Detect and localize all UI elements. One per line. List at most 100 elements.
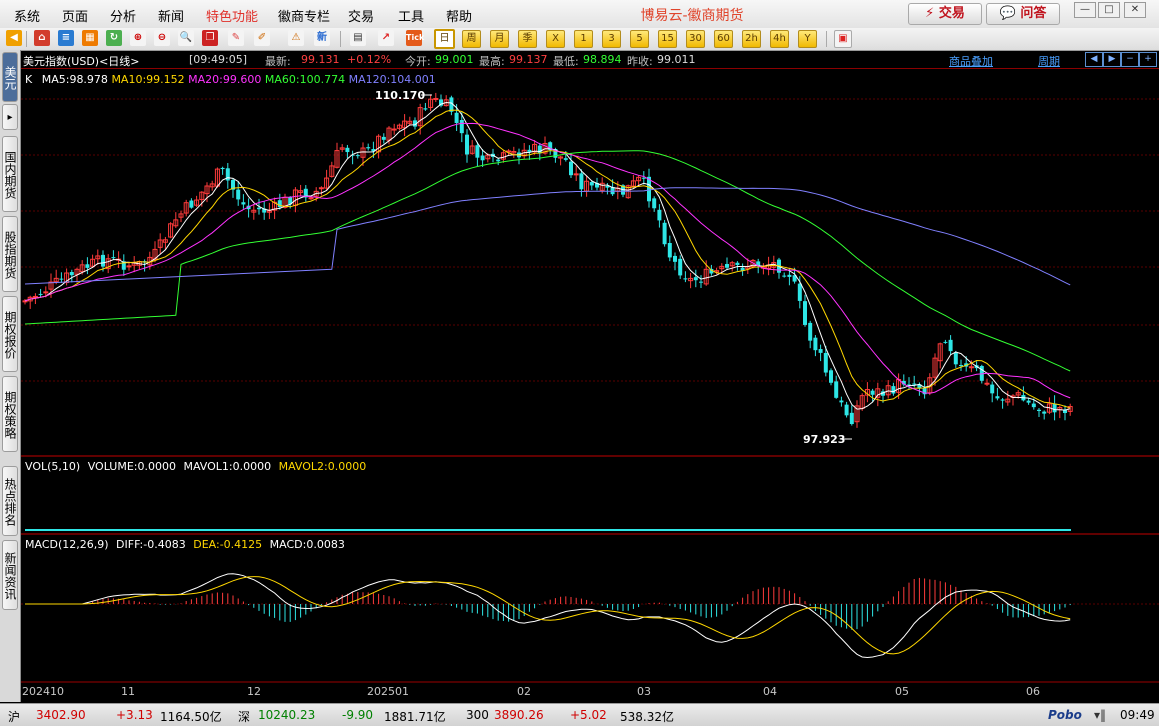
zoom-tool-icon[interactable]: 🔍 — [178, 30, 194, 46]
zoom-out-chart-icon[interactable]: − — [1121, 52, 1139, 67]
period-quarter-button[interactable]: 季 — [518, 30, 537, 48]
period-3m-button[interactable]: 3 — [602, 30, 621, 48]
candle-body — [236, 189, 241, 200]
macd-lines — [25, 573, 1071, 659]
ma120-line — [24, 187, 1071, 286]
settings-icon[interactable]: ▣ — [834, 30, 852, 48]
side-tab-news[interactable]: 新闻资讯 — [2, 540, 18, 610]
candle-body — [662, 222, 667, 245]
period-30m-button[interactable]: 30 — [686, 30, 705, 48]
status-bar: 沪 3402.90 +3.13 1164.50亿 深 10240.23 -9.9… — [0, 703, 1159, 726]
copy-icon[interactable]: ❐ — [202, 30, 218, 46]
candle-body — [69, 272, 74, 276]
price-chart[interactable]: 110.170 97.923 202410 11 12 202501 02 03 04 05 0… — [21, 69, 1159, 703]
date-label: 202501 — [367, 685, 409, 698]
menu-analysis[interactable]: 分析 — [110, 6, 136, 25]
prev-close-value: 99.011 — [657, 53, 696, 66]
side-tab-expand[interactable]: ▸ — [2, 104, 18, 130]
candle-body — [573, 173, 579, 176]
grid-lines — [21, 98, 1159, 605]
draw-pen-icon[interactable]: ✎ — [228, 30, 244, 46]
multi-window-icon[interactable]: ▦ — [82, 30, 98, 46]
candle-body — [1042, 411, 1047, 414]
period-4h-button[interactable]: 4h — [770, 30, 789, 48]
candle-body — [725, 264, 729, 268]
period-2h-button[interactable]: 2h — [742, 30, 761, 48]
period-15m-button[interactable]: 15 — [658, 30, 677, 48]
side-tab-index-futures[interactable]: 股指期货 — [2, 216, 18, 292]
candle-body — [345, 147, 350, 153]
vol-mavol1: MAVOL1:0.0000 — [183, 460, 272, 473]
candle-body — [735, 262, 740, 265]
zoom-in-chart-icon[interactable]: + — [1139, 52, 1157, 67]
period-60m-button[interactable]: 60 — [714, 30, 733, 48]
ma5-line — [24, 101, 1071, 411]
candle-body — [579, 173, 584, 190]
side-tab-hot-rank[interactable]: 热点排名 — [2, 466, 18, 536]
new-icon[interactable]: 新 — [314, 30, 330, 46]
trend-icon[interactable]: ↗ — [378, 30, 394, 46]
menu-news[interactable]: 新闻 — [158, 6, 184, 25]
zoom-in-icon[interactable]: ⊕ — [130, 30, 146, 46]
period-x-button[interactable]: X — [546, 30, 565, 48]
quote-time: [09:49:05] — [189, 53, 247, 66]
back-icon[interactable]: ◀ — [6, 30, 22, 46]
menu-column[interactable]: 徽商专栏 — [278, 6, 330, 25]
trade-button[interactable]: ⚡ 交易 — [908, 3, 982, 25]
period-day-button[interactable]: 日 — [434, 29, 455, 49]
side-tab-option-strategy[interactable]: 期权策略 — [2, 376, 18, 452]
candlesticks — [22, 92, 1073, 428]
menu-trade[interactable]: 交易 — [348, 6, 374, 25]
high-label: 最高: — [479, 55, 505, 68]
scroll-left-icon[interactable]: ◀ — [1085, 52, 1103, 67]
table-icon[interactable]: ▤ — [350, 30, 366, 46]
side-tab-option-quotes[interactable]: 期权报价 — [2, 296, 18, 372]
menu-page[interactable]: 页面 — [62, 6, 88, 25]
period-1m-button[interactable]: 1 — [574, 30, 593, 48]
menu-system[interactable]: 系统 — [14, 6, 40, 25]
candle-body — [43, 291, 49, 294]
pencil-icon[interactable]: ✐ — [254, 30, 270, 46]
date-label: 11 — [121, 685, 135, 698]
candle-body — [480, 155, 485, 161]
ask-button[interactable]: 💬 问答 — [986, 3, 1060, 25]
legend-ma5: MA5:98.978 — [41, 73, 108, 86]
candle-body — [589, 182, 594, 186]
toolbar: ◀ ⌂ ≡ ▦ ↻ ⊕ ⊖ 🔍 ❐ ✎ ✐ ⚠ 新 ▤ ↗ Tick 日 周 月… — [0, 28, 1159, 51]
scroll-right-icon[interactable]: ▶ — [1103, 52, 1121, 67]
menu-special[interactable]: 特色功能 — [206, 6, 258, 25]
low-value: 98.894 — [583, 53, 622, 66]
period-link[interactable]: 周期 — [1038, 53, 1060, 69]
menu-tools[interactable]: 工具 — [398, 6, 424, 25]
maximize-icon[interactable]: □ — [1098, 2, 1120, 18]
zoom-out-icon[interactable]: ⊖ — [154, 30, 170, 46]
sz-label: 深 — [238, 710, 251, 724]
side-tab-usd[interactable]: 美元 — [2, 52, 18, 102]
ma-legend: K MA5:98.978 MA10:99.152 MA20:99.600 MA6… — [25, 73, 436, 86]
refresh-icon[interactable]: ↻ — [106, 30, 122, 46]
macd-value: MACD:0.0083 — [269, 538, 345, 551]
side-tab-domestic-futures[interactable]: 国内期货 — [2, 136, 18, 212]
period-year-button[interactable]: Y — [798, 30, 817, 48]
candle-body — [1052, 403, 1057, 413]
candle-body — [433, 97, 439, 100]
quote-list-icon[interactable]: ≡ — [58, 30, 74, 46]
alert-icon[interactable]: ⚠ — [288, 30, 304, 46]
date-label: 06 — [1026, 685, 1040, 698]
sz-change: -9.90 — [342, 708, 374, 722]
menu-help[interactable]: 帮助 — [446, 6, 472, 25]
date-axis-labels: 202410 11 12 202501 02 03 04 05 06 — [22, 685, 1040, 698]
period-month-button[interactable]: 月 — [490, 30, 509, 48]
minimize-icon[interactable]: — — [1074, 2, 1096, 18]
overlay-link[interactable]: 商品叠加 — [949, 53, 993, 69]
home-icon[interactable]: ⌂ — [34, 30, 50, 46]
close-icon[interactable]: ✕ — [1124, 2, 1146, 18]
legend-ma10: MA10:99.152 — [111, 73, 185, 86]
macd-dea: DEA:-0.4125 — [193, 538, 263, 551]
period-week-button[interactable]: 周 — [462, 30, 481, 48]
candle-body — [891, 386, 896, 394]
period-5m-button[interactable]: 5 — [630, 30, 649, 48]
candle-body — [496, 159, 501, 162]
legend-k: K — [25, 73, 33, 86]
tick-icon[interactable]: Tick — [406, 30, 424, 46]
